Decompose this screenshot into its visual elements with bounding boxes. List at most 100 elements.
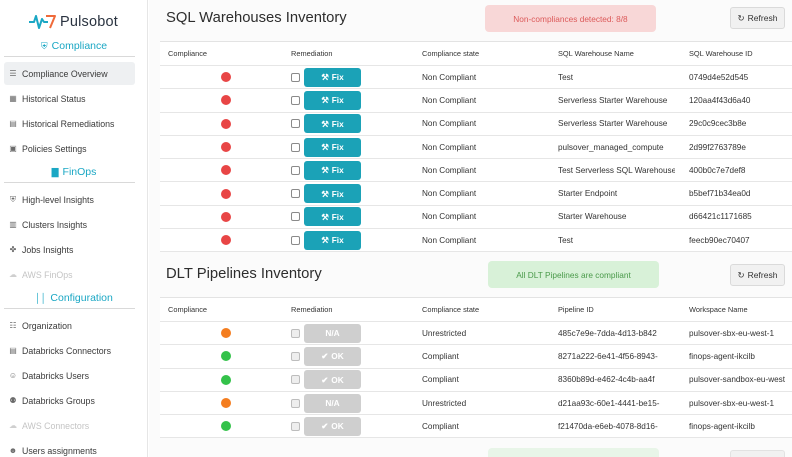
sidebar-item-clusters-insights[interactable]: ▥ Clusters Insights bbox=[4, 213, 135, 236]
app-logo[interactable]: Pulsobot bbox=[27, 12, 118, 32]
sidebar-item-compliance-overview[interactable]: ☰ Compliance Overview bbox=[4, 62, 135, 85]
sidebar-item-policies-settings[interactable]: ▣ Policies Settings bbox=[4, 137, 135, 160]
row-checkbox[interactable] bbox=[291, 235, 300, 245]
remediation-label: Fix bbox=[331, 188, 344, 199]
sidebar-item-jobs-insights[interactable]: ✤ Jobs Insights bbox=[4, 238, 135, 261]
list-icon: ☰ bbox=[9, 69, 17, 78]
sidebar-item-databricks-connectors[interactable]: ▤ Databricks Connectors bbox=[4, 339, 135, 362]
sidebar-item-users-assignments[interactable]: ☻ Users assignments bbox=[4, 439, 135, 457]
status-dot bbox=[221, 118, 231, 129]
users-icon: ☺ bbox=[8, 371, 18, 380]
wrench-icon: ⚒ bbox=[321, 211, 329, 222]
fix-button[interactable]: ⚒ Fix bbox=[304, 67, 361, 87]
row-checkbox[interactable] bbox=[291, 189, 300, 199]
remediation-label: N/A bbox=[325, 398, 340, 409]
table-row: N/A Unrestricted 485c7e9e-7dda-4d13-b842 pu… bbox=[160, 322, 792, 346]
bar-chart-icon: ▇ bbox=[51, 166, 59, 177]
column-header: Compliance state bbox=[422, 305, 480, 314]
status-dot bbox=[221, 398, 231, 409]
user-assign-icon: ☻ bbox=[8, 446, 18, 455]
workspace-cell: finops-agent-ikcilb bbox=[689, 421, 755, 431]
id-cell: feecb90ec70407 bbox=[689, 235, 750, 245]
remediation-button: N/A bbox=[304, 323, 361, 343]
id-cell: 2d99f2763789e bbox=[689, 142, 746, 152]
remediation-button: ✔ OK bbox=[304, 346, 361, 366]
wrench-icon: ⚒ bbox=[321, 235, 329, 246]
remediation-label: Fix bbox=[331, 211, 344, 222]
group-icon: ⚉ bbox=[9, 396, 17, 405]
divider bbox=[4, 56, 135, 57]
compliance-state-cell: Unrestricted bbox=[422, 398, 467, 408]
table-row: ⚒ Fix Non Compliant Serverless Starter Ware… bbox=[160, 113, 792, 136]
section-compliance: ⛨ Compliance bbox=[0, 40, 148, 52]
remediation-button: N/A bbox=[304, 393, 361, 413]
wrench-icon: ⚒ bbox=[321, 165, 329, 176]
row-checkbox[interactable] bbox=[291, 95, 300, 105]
status-dot bbox=[221, 72, 231, 83]
next-section-refresh-button[interactable] bbox=[730, 450, 785, 457]
row-checkbox[interactable] bbox=[291, 119, 300, 129]
status-dot bbox=[221, 211, 231, 222]
fix-button[interactable]: ⚒ Fix bbox=[304, 137, 361, 157]
remediation-label: Fix bbox=[331, 118, 344, 129]
section-compliance-label: Compliance bbox=[51, 40, 108, 52]
sidebar-item-organization[interactable]: ☷ Organization bbox=[4, 314, 135, 337]
column-header: Compliance state bbox=[422, 49, 480, 58]
remediation-label: Fix bbox=[331, 142, 344, 153]
remediation-label: Fix bbox=[331, 95, 344, 106]
dlt-refresh-button[interactable]: ↻ Refresh bbox=[730, 264, 785, 286]
name-cell: pulsover_managed_compute bbox=[558, 142, 664, 152]
sql-refresh-button[interactable]: ↻ Refresh bbox=[730, 7, 785, 29]
name-cell: Test Serverless SQL Warehouse bbox=[558, 165, 675, 175]
divider bbox=[4, 308, 135, 309]
check-circle-icon: ✔ bbox=[321, 351, 329, 362]
sidebar-item-label: AWS FinOps bbox=[22, 269, 73, 280]
pipeline_id-cell: f21470da-e6eb-4078-8d16- bbox=[558, 421, 658, 431]
column-header: Compliance bbox=[168, 49, 208, 58]
fix-button[interactable]: ⚒ Fix bbox=[304, 160, 361, 180]
compliance-state-cell: Non Compliant bbox=[422, 189, 477, 199]
column-header: Compliance bbox=[168, 305, 208, 314]
status-dot bbox=[221, 165, 231, 176]
row-checkbox[interactable] bbox=[291, 72, 300, 82]
id-cell: 0749d4e52d545 bbox=[689, 72, 749, 82]
cloud-icon: ☁ bbox=[9, 270, 17, 279]
fix-button[interactable]: ⚒ Fix bbox=[304, 114, 361, 134]
sidebar-item-label: Databricks Groups bbox=[22, 395, 95, 406]
row-checkbox[interactable] bbox=[291, 212, 300, 222]
compliance-state-cell: Non Compliant bbox=[422, 72, 477, 82]
fix-button[interactable]: ⚒ Fix bbox=[304, 90, 361, 110]
fix-button[interactable]: ⚒ Fix bbox=[304, 184, 361, 204]
column-header: Pipeline ID bbox=[558, 305, 594, 314]
table-row: ⚒ Fix Non Compliant Test feecb90ec70407 bbox=[160, 229, 792, 253]
network-icon: ✤ bbox=[9, 245, 17, 254]
compliance-state-cell: Unrestricted bbox=[422, 328, 467, 338]
sidebar-item-historical-status[interactable]: ▦ Historical Status bbox=[4, 87, 135, 110]
wrench-icon: ⚒ bbox=[321, 95, 329, 106]
status-dot bbox=[221, 421, 231, 432]
sidebar-item-databricks-groups[interactable]: ⚉ Databricks Groups bbox=[4, 389, 135, 412]
pipeline_id-cell: 8360b89d-e462-4c4b-aa4f bbox=[558, 375, 655, 385]
refresh-label: Refresh bbox=[747, 270, 778, 280]
row-checkbox[interactable] bbox=[291, 165, 300, 175]
sidebar-item-historical-remediations[interactable]: ▤ Historical Remediations bbox=[4, 112, 135, 135]
sidebar-item-label: Policies Settings bbox=[22, 143, 87, 154]
status-dot bbox=[221, 351, 231, 362]
section-finops-label: FinOps bbox=[62, 166, 97, 178]
fix-button[interactable]: ⚒ Fix bbox=[304, 230, 361, 250]
section-configuration: ││ Configuration bbox=[0, 292, 148, 304]
name-cell: Starter Endpoint bbox=[558, 189, 618, 199]
sidebar-item-high-level-insights[interactable]: ⛨ High-level Insights bbox=[4, 188, 135, 211]
name-cell: Serverless Starter Warehouse bbox=[558, 95, 668, 105]
remediation-label: OK bbox=[331, 421, 344, 432]
workspace-cell: finops-agent-ikcilb bbox=[689, 351, 755, 361]
row-checkbox[interactable] bbox=[291, 142, 300, 152]
sidebar-item-databricks-users[interactable]: ☺ Databricks Users bbox=[4, 364, 135, 387]
refresh-label: Refresh bbox=[747, 13, 778, 23]
refresh-icon: ↻ bbox=[737, 12, 745, 23]
status-dot bbox=[221, 235, 231, 246]
table-header-row: Compliance Remediation Compliance state SQL… bbox=[160, 42, 792, 66]
fix-button[interactable]: ⚒ Fix bbox=[304, 207, 361, 227]
table-row: ⚒ Fix Non Compliant Serverless Starter Ware… bbox=[160, 89, 792, 113]
name-cell: Serverless Starter Warehouse bbox=[558, 119, 668, 129]
